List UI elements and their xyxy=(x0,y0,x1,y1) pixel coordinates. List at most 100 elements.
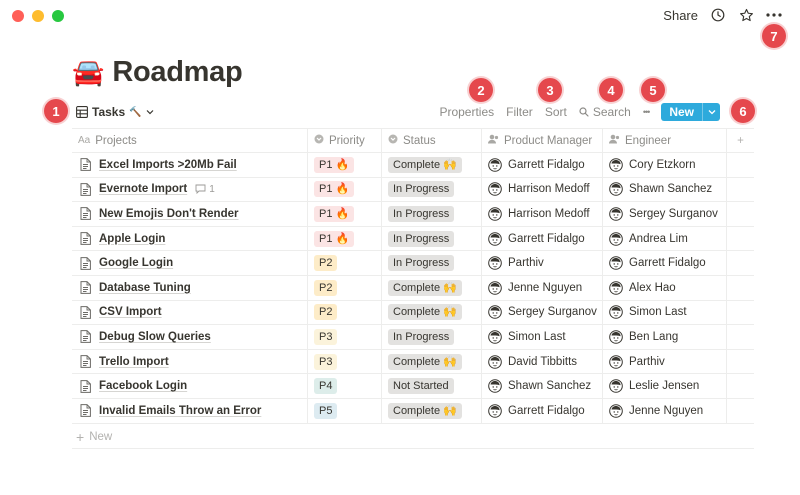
product-manager-cell[interactable]: Sergey Surganov xyxy=(482,300,603,325)
column-header-status[interactable]: Status xyxy=(382,129,482,152)
engineer-cell[interactable]: Sergey Surganov xyxy=(603,202,727,226)
view-selector[interactable]: Tasks 🔨 xyxy=(76,103,154,121)
priority-cell[interactable]: P2 xyxy=(308,251,382,275)
project-name[interactable]: Debug Slow Queries xyxy=(99,331,211,343)
priority-cell[interactable]: P3 xyxy=(308,349,382,374)
column-header-priority[interactable]: Priority xyxy=(308,129,382,152)
zoom-window-button[interactable] xyxy=(52,10,64,22)
project-name[interactable]: Evernote Import xyxy=(99,183,187,195)
project-cell[interactable]: CSV Import xyxy=(72,300,308,325)
status-cell[interactable]: In Progress xyxy=(382,226,482,251)
engineer-cell[interactable]: Alex Hao xyxy=(603,275,727,300)
comment-indicator[interactable]: 1 xyxy=(195,184,215,195)
product-manager-cell[interactable]: Parthiv xyxy=(482,251,603,275)
product-manager-cell[interactable]: David Tibbitts xyxy=(482,349,603,374)
priority-cell[interactable]: P1 🔥 xyxy=(308,202,382,226)
project-name[interactable]: CSV Import xyxy=(99,306,162,318)
project-cell[interactable]: Facebook Login xyxy=(72,374,308,398)
table-row[interactable]: Database Tuning P2 Complete 🙌 Jenne Nguyen A… xyxy=(72,275,754,301)
project-cell[interactable]: Trello Import xyxy=(72,349,308,374)
table-row[interactable]: Google Login P2 In Progress Parthiv Garrett … xyxy=(72,251,754,276)
project-name[interactable]: Apple Login xyxy=(99,233,165,245)
product-manager-cell[interactable]: Harrison Medoff xyxy=(482,177,603,202)
engineer-cell[interactable]: Parthiv xyxy=(603,349,727,374)
new-button-label[interactable]: New xyxy=(661,103,702,121)
engineer-cell[interactable]: Shawn Sanchez xyxy=(603,177,727,202)
engineer-cell[interactable]: Ben Lang xyxy=(603,325,727,349)
table-row[interactable]: Facebook Login P4 Not Started Shawn Sanchez… xyxy=(72,374,754,399)
status-cell[interactable]: In Progress xyxy=(382,202,482,226)
project-name[interactable]: Database Tuning xyxy=(99,282,191,294)
priority-cell[interactable]: P4 xyxy=(308,374,382,398)
status-cell[interactable]: Complete 🙌 xyxy=(382,349,482,374)
status-cell[interactable]: Complete 🙌 xyxy=(382,275,482,300)
priority-cell[interactable]: P1 🔥 xyxy=(308,177,382,202)
table-row[interactable]: Invalid Emails Throw an Error P5 Complete … xyxy=(72,398,754,424)
page-emoji[interactable]: 🚘 xyxy=(72,55,104,89)
project-name[interactable]: Invalid Emails Throw an Error xyxy=(99,405,261,417)
status-cell[interactable]: In Progress xyxy=(382,177,482,202)
project-cell[interactable]: Debug Slow Queries xyxy=(72,325,308,349)
filter-button[interactable]: Filter xyxy=(506,105,533,119)
status-cell[interactable]: Not Started xyxy=(382,374,482,398)
table-row[interactable]: CSV Import P2 Complete 🙌 Sergey Surganov Sim… xyxy=(72,300,754,326)
project-cell[interactable]: Excel Imports >20Mb Fail xyxy=(72,153,308,177)
product-manager-cell[interactable]: Jenne Nguyen xyxy=(482,275,603,300)
status-cell[interactable]: Complete 🙌 xyxy=(382,300,482,325)
product-manager-cell[interactable]: Garrett Fidalgo xyxy=(482,398,603,423)
product-manager-cell[interactable]: Garrett Fidalgo xyxy=(482,153,603,177)
table-row[interactable]: Debug Slow Queries P3 In Progress Simon Las… xyxy=(72,325,754,350)
more-icon[interactable] xyxy=(766,7,782,23)
product-manager-cell[interactable]: Garrett Fidalgo xyxy=(482,226,603,251)
star-icon[interactable] xyxy=(738,7,754,23)
add-property-button[interactable]: + xyxy=(727,129,754,152)
properties-button[interactable]: Properties xyxy=(439,105,494,119)
engineer-cell[interactable]: Cory Etzkorn xyxy=(603,153,727,177)
project-cell[interactable]: Database Tuning xyxy=(72,275,308,300)
engineer-cell[interactable]: Leslie Jensen xyxy=(603,374,727,398)
column-header-product-manager[interactable]: Product Manager xyxy=(482,129,603,152)
status-cell[interactable]: In Progress xyxy=(382,325,482,349)
more-options-button[interactable]: ••• xyxy=(643,107,651,117)
project-name[interactable]: New Emojis Don't Render xyxy=(99,208,238,220)
product-manager-cell[interactable]: Shawn Sanchez xyxy=(482,374,603,398)
engineer-cell[interactable]: Jenne Nguyen xyxy=(603,398,727,423)
project-name[interactable]: Google Login xyxy=(99,257,173,269)
minimize-window-button[interactable] xyxy=(32,10,44,22)
priority-cell[interactable]: P5 xyxy=(308,398,382,423)
project-cell[interactable]: Google Login xyxy=(72,251,308,275)
status-cell[interactable]: In Progress xyxy=(382,251,482,275)
project-cell[interactable]: New Emojis Don't Render xyxy=(72,202,308,226)
priority-cell[interactable]: P1 🔥 xyxy=(308,226,382,251)
close-window-button[interactable] xyxy=(12,10,24,22)
status-cell[interactable]: Complete 🙌 xyxy=(382,153,482,177)
priority-cell[interactable]: P2 xyxy=(308,300,382,325)
table-row[interactable]: Trello Import P3 Complete 🙌 David Tibbitts P… xyxy=(72,349,754,375)
engineer-cell[interactable]: Simon Last xyxy=(603,300,727,325)
add-row-button[interactable]: + New xyxy=(72,425,754,449)
product-manager-cell[interactable]: Harrison Medoff xyxy=(482,202,603,226)
search-button[interactable]: Search xyxy=(579,105,631,119)
project-name[interactable]: Facebook Login xyxy=(99,380,187,392)
table-row[interactable]: New Emojis Don't Render P1 🔥 In Progress Ha… xyxy=(72,202,754,227)
new-dropdown-chevron-icon[interactable] xyxy=(702,103,720,121)
project-name[interactable]: Excel Imports >20Mb Fail xyxy=(99,159,237,171)
priority-cell[interactable]: P2 xyxy=(308,275,382,300)
new-button[interactable]: New xyxy=(661,103,720,121)
table-row[interactable]: Evernote Import 1 P1 🔥 In Progress Harrison … xyxy=(72,177,754,203)
table-row[interactable]: Apple Login P1 🔥 In Progress Garrett Fidalg… xyxy=(72,226,754,252)
column-header-projects[interactable]: Aa Projects xyxy=(72,129,308,152)
clock-icon[interactable] xyxy=(710,7,726,23)
table-row[interactable]: Excel Imports >20Mb Fail P1 🔥 Complete 🙌 Ga… xyxy=(72,153,754,178)
priority-cell[interactable]: P1 🔥 xyxy=(308,153,382,177)
project-cell[interactable]: Invalid Emails Throw an Error xyxy=(72,398,308,423)
product-manager-cell[interactable]: Simon Last xyxy=(482,325,603,349)
priority-cell[interactable]: P3 xyxy=(308,325,382,349)
status-cell[interactable]: Complete 🙌 xyxy=(382,398,482,423)
column-header-engineer[interactable]: Engineer xyxy=(603,129,727,152)
page-title-text[interactable]: Roadmap xyxy=(112,55,242,89)
project-cell[interactable]: Apple Login xyxy=(72,226,308,251)
sort-button[interactable]: Sort xyxy=(545,105,567,119)
project-name[interactable]: Trello Import xyxy=(99,356,169,368)
engineer-cell[interactable]: Andrea Lim xyxy=(603,226,727,251)
